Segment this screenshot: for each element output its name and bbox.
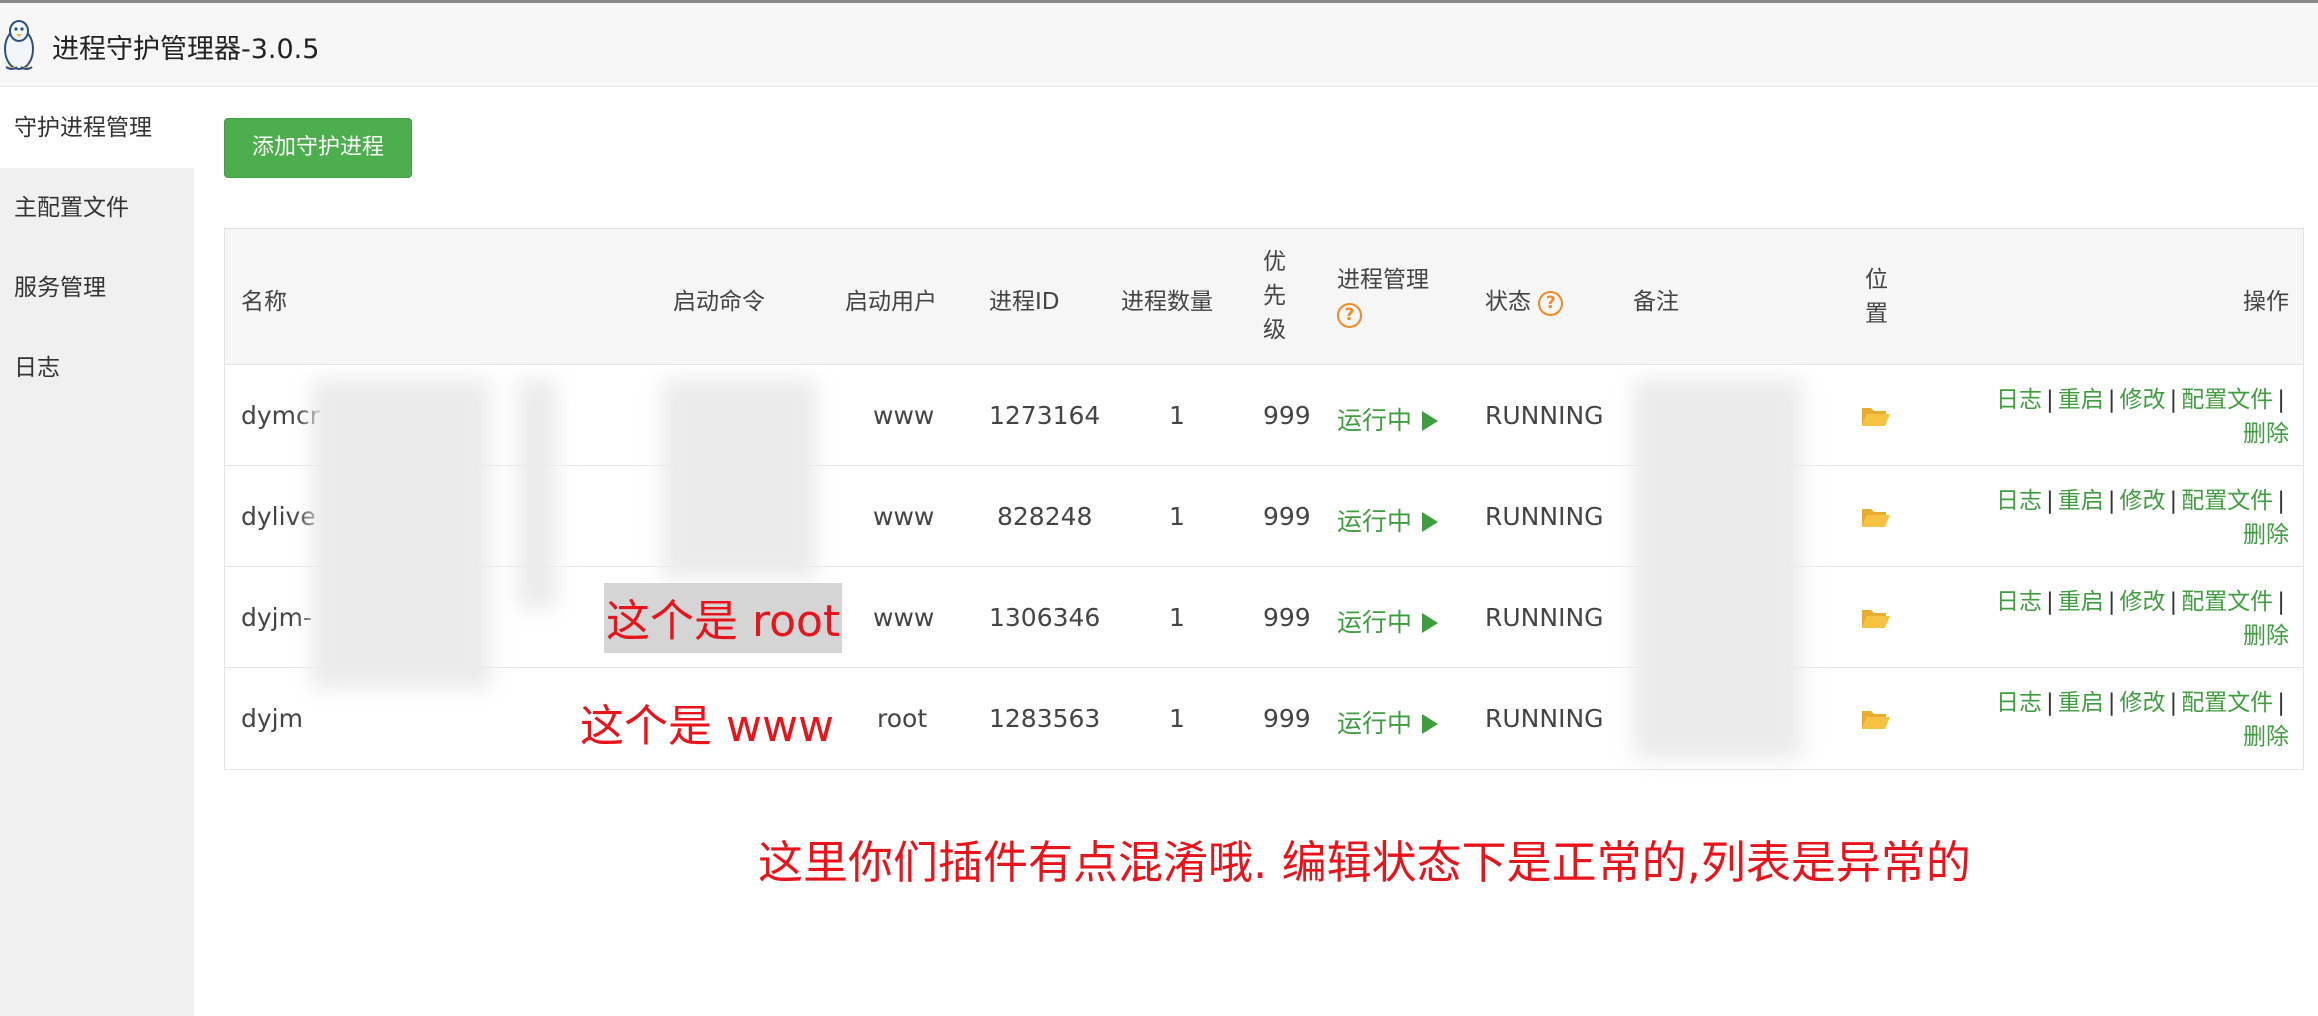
- header-actions: 操作: [2243, 289, 2289, 315]
- edit-link[interactable]: 修改: [2120, 690, 2166, 716]
- header-proc-mgmt: 进程管理 ?: [1337, 263, 1429, 331]
- penguin-logo-icon: [4, 20, 34, 70]
- process-status: RUNNING: [1485, 401, 1604, 430]
- folder-open-icon[interactable]: [1861, 607, 1891, 629]
- log-link[interactable]: 日志: [1996, 387, 2042, 413]
- process-priority: 999: [1263, 401, 1311, 430]
- title-bar: 进程守护管理器-3.0.5: [0, 3, 2318, 87]
- row-actions: 日志 | 重启 | 修改 | 配置文件 | 删除: [1996, 387, 2289, 447]
- config-file-link[interactable]: 配置文件: [2181, 589, 2273, 615]
- edit-link[interactable]: 修改: [2120, 589, 2166, 615]
- redacted-command-area: [661, 379, 817, 579]
- table-row: dyjm root 1283563 1 999 运行中 RUNNING 日志 | 重…: [225, 668, 2303, 769]
- play-icon: [1422, 714, 1439, 734]
- process-state[interactable]: 运行中: [1337, 603, 1439, 639]
- edit-link[interactable]: 修改: [2120, 488, 2166, 514]
- process-name: dyjm: [241, 704, 303, 733]
- row-actions: 日志 | 重启 | 修改 | 配置文件 | 删除: [1996, 690, 2289, 750]
- header-command: 启动命令: [673, 289, 765, 315]
- add-daemon-button[interactable]: 添加守护进程: [224, 118, 412, 178]
- sidebar: 守护进程管理 主配置文件 服务管理 日志: [0, 88, 194, 1016]
- process-pid: 1283563: [989, 704, 1101, 733]
- process-state[interactable]: 运行中: [1337, 401, 1439, 437]
- annotation-note: 这里你们插件有点混淆哦. 编辑状态下是正常的,列表是异常的: [758, 836, 1971, 889]
- restart-link[interactable]: 重启: [2058, 589, 2104, 615]
- play-icon: [1422, 411, 1439, 431]
- sidebar-item-daemon-management[interactable]: 守护进程管理: [0, 88, 194, 168]
- row-actions: 日志 | 重启 | 修改 | 配置文件 | 删除: [1996, 589, 2289, 649]
- process-name: dymcr: [241, 401, 321, 430]
- delete-link[interactable]: 删除: [2243, 421, 2289, 447]
- config-file-link[interactable]: 配置文件: [2181, 387, 2273, 413]
- log-link[interactable]: 日志: [1996, 589, 2042, 615]
- process-user: www: [873, 603, 935, 632]
- table-header: 名称 启动命令 启动用户 进程ID 进程数量 优 先 级 进程管理 ? 状态 ?…: [225, 229, 2303, 365]
- process-name: dylive: [241, 502, 316, 531]
- process-count: 1: [1169, 502, 1185, 531]
- process-priority: 999: [1263, 603, 1311, 632]
- process-priority: 999: [1263, 704, 1311, 733]
- process-pid: 828248: [997, 502, 1093, 531]
- delete-link[interactable]: 删除: [2243, 522, 2289, 548]
- process-priority: 999: [1263, 502, 1311, 531]
- redacted-note-area: [1633, 379, 1803, 759]
- process-status: RUNNING: [1485, 603, 1604, 632]
- folder-open-icon[interactable]: [1861, 708, 1891, 730]
- sidebar-item-main-config[interactable]: 主配置文件: [0, 168, 194, 248]
- sidebar-item-label: 守护进程管理: [14, 115, 152, 141]
- delete-link[interactable]: 删除: [2243, 724, 2289, 750]
- sidebar-item-label: 主配置文件: [14, 195, 129, 221]
- header-status: 状态 ?: [1485, 282, 1564, 316]
- folder-open-icon[interactable]: [1861, 506, 1891, 528]
- annotation-root: 这个是 root: [604, 583, 843, 653]
- row-actions: 日志 | 重启 | 修改 | 配置文件 | 删除: [1996, 488, 2289, 548]
- process-table: 名称 启动命令 启动用户 进程ID 进程数量 优 先 级 进程管理 ? 状态 ?…: [224, 228, 2304, 770]
- process-state[interactable]: 运行中: [1337, 704, 1439, 740]
- header-note: 备注: [1633, 289, 1679, 315]
- header-priority: 优 先 级: [1263, 249, 1286, 343]
- edit-link[interactable]: 修改: [2120, 387, 2166, 413]
- process-count: 1: [1169, 704, 1185, 733]
- header-pid: 进程ID: [989, 289, 1060, 315]
- header-user: 启动用户: [845, 289, 937, 315]
- log-link[interactable]: 日志: [1996, 488, 2042, 514]
- log-link[interactable]: 日志: [1996, 690, 2042, 716]
- annotation-www: 这个是 www: [580, 701, 834, 752]
- config-file-link[interactable]: 配置文件: [2181, 488, 2273, 514]
- sidebar-item-service-management[interactable]: 服务管理: [0, 248, 194, 328]
- header-location: 位 置: [1865, 267, 1888, 327]
- sidebar-item-logs[interactable]: 日志: [0, 328, 194, 408]
- process-user: www: [873, 502, 935, 531]
- app-title: 进程守护管理器-3.0.5: [52, 34, 320, 65]
- redacted-name-area: [311, 379, 491, 689]
- process-count: 1: [1169, 603, 1185, 632]
- play-icon: [1422, 512, 1439, 532]
- process-pid: 1273164: [989, 401, 1101, 430]
- restart-link[interactable]: 重启: [2058, 488, 2104, 514]
- delete-link[interactable]: 删除: [2243, 623, 2289, 649]
- process-user: root: [877, 704, 928, 733]
- help-icon[interactable]: ?: [1337, 303, 1362, 328]
- play-icon: [1422, 613, 1439, 633]
- process-count: 1: [1169, 401, 1185, 430]
- help-icon[interactable]: ?: [1538, 291, 1564, 316]
- folder-open-icon[interactable]: [1861, 405, 1891, 427]
- header-count: 进程数量: [1121, 289, 1213, 315]
- header-name: 名称: [241, 289, 287, 315]
- restart-link[interactable]: 重启: [2058, 690, 2104, 716]
- process-name: dyjm-: [241, 603, 312, 632]
- sidebar-item-label: 服务管理: [14, 275, 106, 301]
- sidebar-item-label: 日志: [14, 355, 60, 381]
- config-file-link[interactable]: 配置文件: [2181, 690, 2273, 716]
- process-pid: 1306346: [989, 603, 1101, 632]
- redacted-name-area: [517, 379, 557, 609]
- restart-link[interactable]: 重启: [2058, 387, 2104, 413]
- process-state[interactable]: 运行中: [1337, 502, 1439, 538]
- process-status: RUNNING: [1485, 502, 1604, 531]
- process-user: www: [873, 401, 935, 430]
- process-status: RUNNING: [1485, 704, 1604, 733]
